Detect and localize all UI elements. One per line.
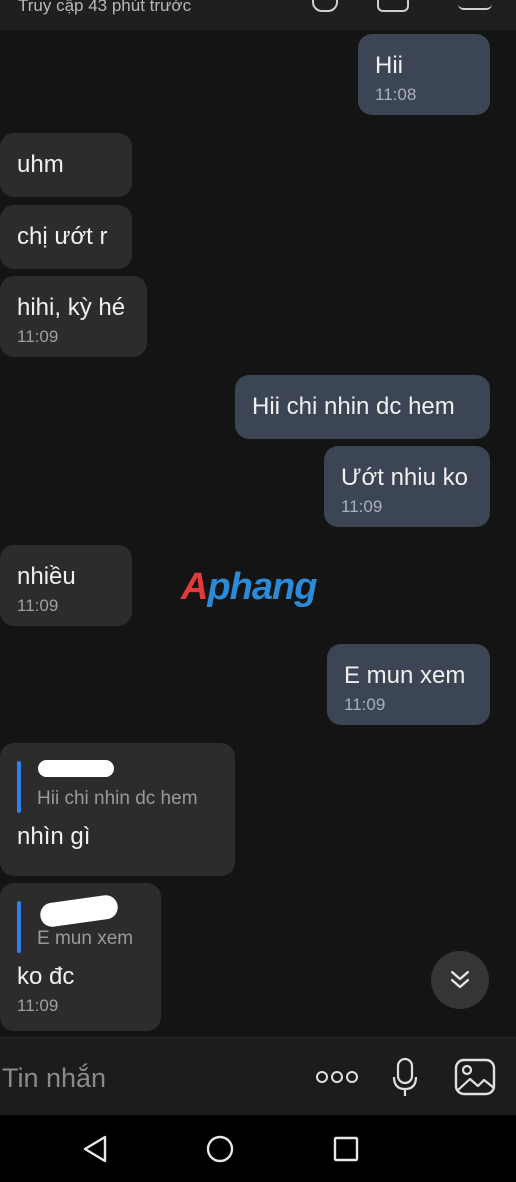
message-text: nhìn gì <box>17 823 91 850</box>
message-bubble-incoming[interactable]: uhm <box>0 133 132 197</box>
message-bubble-incoming[interactable]: nhiều 11:09 <box>0 545 132 626</box>
message-text: ko đc <box>17 963 75 990</box>
message-input-bar: Tin nhắn <box>0 1037 516 1116</box>
more-button[interactable] <box>314 1056 360 1098</box>
message-text: Ướt nhiu ko <box>341 464 468 491</box>
message-bubble-incoming[interactable]: chị ướt r <box>0 205 132 269</box>
watermark-logo: Aphang <box>181 566 317 608</box>
message-text: chị ướt r <box>17 223 108 250</box>
call-icon[interactable] <box>312 0 338 12</box>
double-chevron-down-icon <box>450 970 470 989</box>
scroll-to-bottom-button[interactable] <box>431 951 489 1009</box>
nav-recents-button[interactable] <box>330 1133 362 1165</box>
message-text: nhiều <box>17 563 76 590</box>
message-text: E mun xem <box>344 662 466 689</box>
quote-bar <box>17 901 21 953</box>
message-time: 11:08 <box>375 85 417 104</box>
reply-message-bubble[interactable]: E mun xem ko đc 11:09 <box>0 883 161 1031</box>
message-time: 11:09 <box>341 497 383 516</box>
reply-message-bubble[interactable]: Hii chi nhin dc hem nhìn gì <box>0 743 235 876</box>
message-text: hihi, kỳ hé <box>17 294 126 321</box>
recents-square-icon <box>333 1136 359 1162</box>
message-time: 11:09 <box>344 695 386 714</box>
image-icon <box>454 1058 496 1096</box>
video-call-icon[interactable] <box>377 0 409 12</box>
message-bubble-outgoing[interactable]: Hii 11:08 <box>358 34 490 115</box>
image-picker-button[interactable] <box>453 1056 497 1098</box>
message-bubble-outgoing[interactable]: Hii chi nhin dc hem <box>235 375 490 439</box>
quote-bar <box>17 761 21 813</box>
redaction-scribble <box>38 760 114 777</box>
message-time: 11:09 <box>17 327 59 346</box>
message-bubble-outgoing[interactable]: E mun xem 11:09 <box>327 644 490 725</box>
last-seen-status: Truy cập 43 phút trước <box>18 0 192 15</box>
back-triangle-icon <box>83 1135 107 1163</box>
message-bubble-incoming[interactable]: hihi, kỳ hé 11:09 <box>0 276 147 357</box>
chat-header: Truy cập 43 phút trước <box>0 0 516 30</box>
nav-home-button[interactable] <box>204 1133 236 1165</box>
message-bubble-outgoing[interactable]: Ướt nhiu ko 11:09 <box>324 446 490 527</box>
quoted-text: Hii chi nhin dc hem <box>37 788 198 809</box>
message-time: 11:09 <box>17 596 59 615</box>
nav-back-button[interactable] <box>79 1133 111 1165</box>
more-dots-icon <box>316 1071 358 1083</box>
quoted-text: E mun xem <box>37 928 134 949</box>
system-navigation-bar <box>0 1115 516 1182</box>
message-text: Hii chi nhin dc hem <box>252 393 455 420</box>
microphone-icon <box>392 1057 418 1096</box>
message-text: Hii <box>375 52 403 79</box>
message-input[interactable]: Tin nhắn <box>2 1063 106 1094</box>
message-time: 11:09 <box>17 996 59 1015</box>
home-circle-icon <box>206 1135 234 1163</box>
message-text: uhm <box>17 151 64 178</box>
menu-icon[interactable] <box>458 0 492 10</box>
voice-record-button[interactable] <box>390 1056 420 1098</box>
